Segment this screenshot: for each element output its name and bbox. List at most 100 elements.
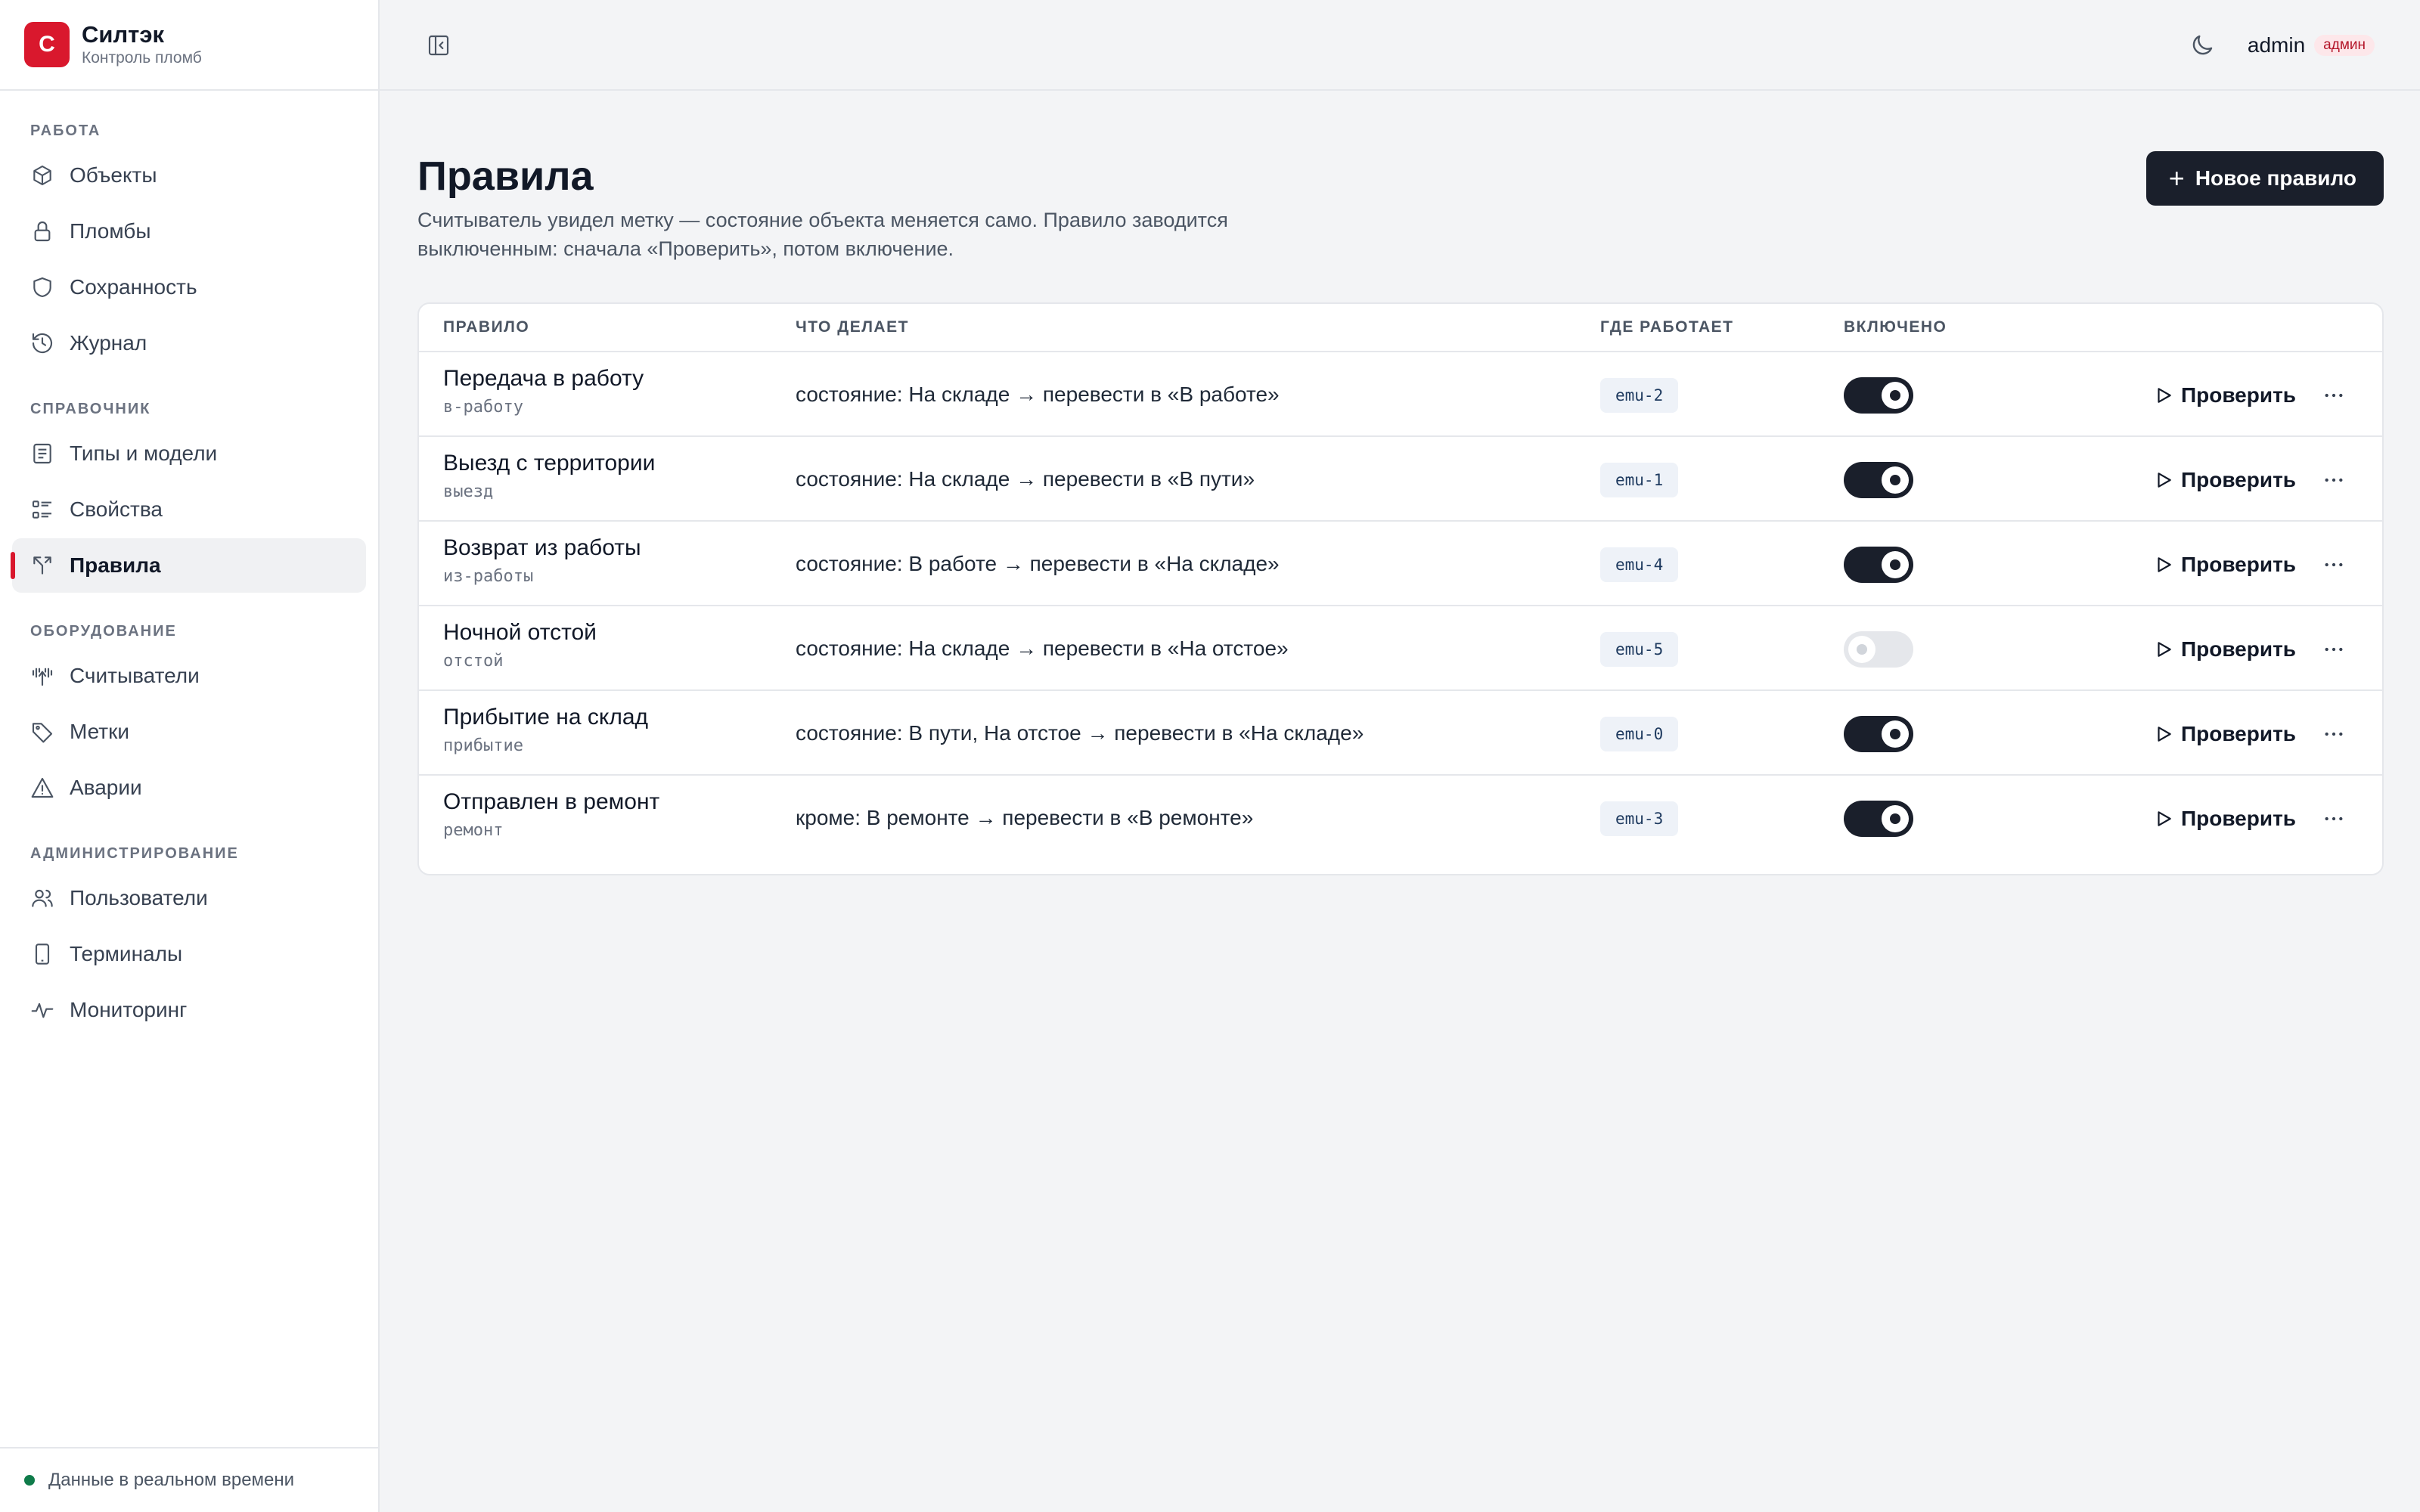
sidebar-item-terminals[interactable]: Терминалы [12,927,366,981]
toggle-knob [1848,636,1876,663]
sidebar-item-alarms[interactable]: Аварии [12,761,366,815]
sidebar: С Силтэк Контроль пломб РАБОТА Объекты П… [0,0,380,1512]
reader-chip: emu-5 [1600,632,1679,667]
nav-section-equipment: ОБОРУДОВАНИЕ Считыватели Метки Аварии [0,611,378,815]
rule-title[interactable]: Ночной отстой [443,620,597,646]
new-rule-button-label: Новое правило [2195,166,2356,190]
reader-chip: emu-4 [1600,547,1679,582]
more-actions-button[interactable] [2319,380,2349,411]
table-row: Передача в работу в-работу состояние: На… [419,352,2382,437]
rule-title[interactable]: Возврат из работы [443,535,641,561]
sidebar-item-properties[interactable]: Свойства [12,482,366,537]
rule-title[interactable]: Передача в работу [443,366,644,392]
new-rule-button[interactable]: + Новое правило [2145,151,2384,206]
sidebar-item-seals[interactable]: Пломбы [12,204,366,259]
reader-chip: emu-0 [1600,717,1679,751]
check-button-label: Проверить [2181,553,2296,576]
table-row: Ночной отстой отстой состояние: На склад… [419,606,2382,691]
check-button[interactable]: Проверить [2154,549,2296,581]
sidebar-item-label: Правила [70,553,161,577]
user-menu[interactable]: admin админ [2248,29,2375,62]
check-button[interactable]: Проверить [2154,803,2296,835]
enabled-toggle[interactable] [1844,631,1913,668]
activity-icon [30,998,54,1022]
sidebar-item-monitoring[interactable]: Мониторинг [12,983,366,1037]
check-button-label: Проверить [2181,807,2296,830]
play-icon [2158,388,2171,403]
brand[interactable]: С Силтэк Контроль пломб [0,0,378,91]
play-icon [2158,811,2171,826]
theme-toggle-button[interactable] [2189,32,2216,59]
rule-action: состояние: В пути, На отстое → перевести… [796,721,1364,745]
panel-left-icon [428,35,449,56]
sidebar-item-objects[interactable]: Объекты [12,148,366,203]
more-horizontal-icon [2325,816,2343,821]
toggle-knob [1882,382,1909,409]
sidebar-item-label: Считыватели [70,664,200,687]
nav-heading: ОБОРУДОВАНИЕ [30,623,177,640]
rule-action: состояние: На складе → перевести в «На о… [796,637,1289,660]
toggle-knob [1882,805,1909,832]
more-actions-button[interactable] [2319,549,2349,581]
sidebar-item-types[interactable]: Типы и модели [12,426,366,481]
table-row: Прибытие на склад прибытие состояние: В … [419,691,2382,776]
shield-icon [30,275,54,299]
column-header-where: ГДЕ РАБОТАЕТ [1600,318,1734,336]
warning-icon [30,776,54,800]
sidebar-item-users[interactable]: Пользователи [12,871,366,925]
table-row: Возврат из работы из-работы состояние: В… [419,522,2382,606]
play-icon [2158,472,2171,488]
nav-section-reference: СПРАВОЧНИК Типы и модели Свойства Правил… [0,389,378,593]
sidebar-item-rules[interactable]: Правила [11,538,366,593]
brand-logo: С [24,22,70,67]
more-actions-button[interactable] [2319,634,2349,665]
check-button[interactable]: Проверить [2154,634,2296,665]
check-button[interactable]: Проверить [2154,380,2296,411]
sidebar-toggle-button[interactable] [427,33,451,57]
enabled-toggle[interactable] [1844,462,1913,498]
users-icon [30,886,54,910]
sidebar-item-integrity[interactable]: Сохранность [12,260,366,314]
nav-heading: СПРАВОЧНИК [30,401,151,417]
role-badge: админ [2314,35,2375,56]
more-actions-button[interactable] [2319,464,2349,496]
table-body: Передача в работу в-работу состояние: На… [419,352,2382,874]
sidebar-item-readers[interactable]: Считыватели [12,649,366,703]
play-icon [2158,642,2171,657]
more-actions-button[interactable] [2319,718,2349,750]
rule-title[interactable]: Отправлен в ремонт [443,789,659,815]
sidebar-item-tags[interactable]: Метки [12,705,366,759]
enabled-toggle[interactable] [1844,547,1913,583]
rule-slug: ремонт [443,821,504,840]
enabled-toggle[interactable] [1844,801,1913,837]
column-header-action: ЧТО ДЕЛАЕТ [796,318,909,336]
enabled-toggle[interactable] [1844,377,1913,414]
nav-heading: АДМИНИСТРИРОВАНИЕ [30,845,239,862]
sidebar-item-label: Журнал [70,331,147,355]
rule-action: состояние: На складе → перевести в «В ра… [796,383,1280,406]
rule-slug: в-работу [443,398,523,417]
split-icon [30,553,54,578]
topbar: admin админ [380,0,2420,91]
rule-title[interactable]: Выезд с территории [443,451,655,476]
rule-action: состояние: В работе → перевести в «На ск… [796,552,1280,575]
sidebar-item-label: Аварии [70,776,142,799]
more-horizontal-icon [2325,478,2343,482]
check-button[interactable]: Проверить [2154,718,2296,750]
toggle-knob [1882,720,1909,748]
more-actions-button[interactable] [2319,803,2349,835]
brand-text: Силтэк Контроль пломб [82,21,202,68]
column-header-rule: ПРАВИЛО [443,318,530,336]
reader-chip: emu-1 [1600,463,1679,497]
nav-heading: РАБОТА [30,122,101,139]
live-status-dot [24,1475,35,1486]
check-button[interactable]: Проверить [2154,464,2296,496]
cube-icon [30,163,54,187]
rule-title[interactable]: Прибытие на склад [443,705,648,730]
check-button-label: Проверить [2181,722,2296,745]
enabled-toggle[interactable] [1844,716,1913,752]
realtime-status-text: Данные в реальном времени [48,1470,295,1490]
moon-icon [2192,35,2213,55]
sidebar-item-journal[interactable]: Журнал [12,316,366,370]
sidebar-item-label: Типы и модели [70,442,218,465]
